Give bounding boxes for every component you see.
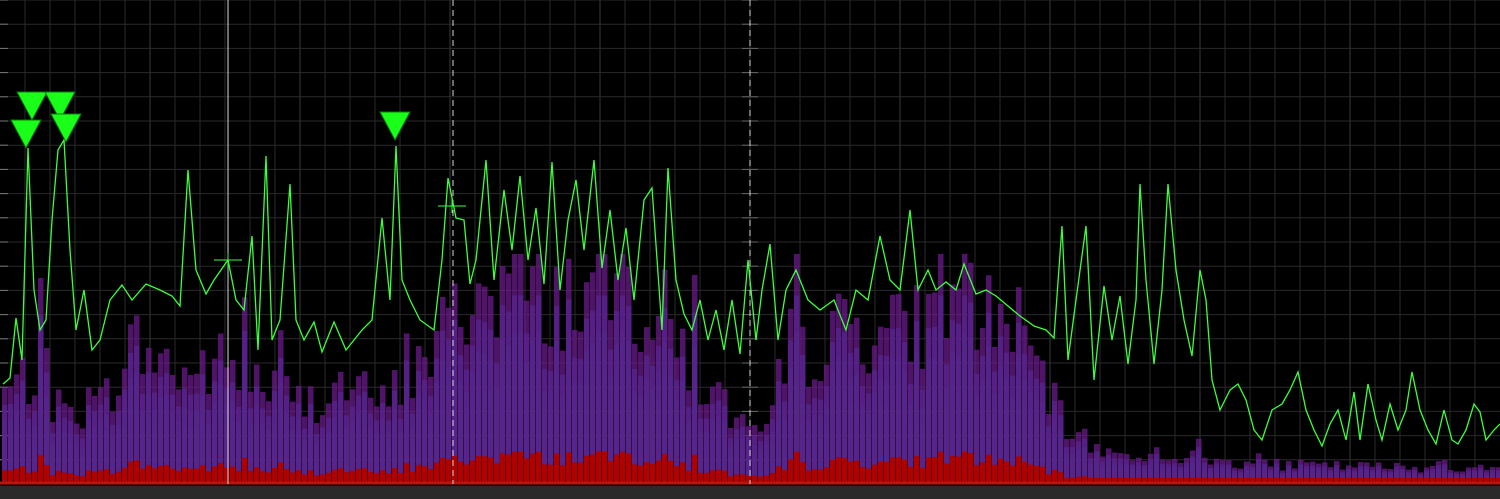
marker-5-icon[interactable] xyxy=(379,111,411,142)
spectrum-analyzer-view[interactable] xyxy=(0,0,1500,499)
spectrum-plot[interactable] xyxy=(0,0,1500,486)
trace-crosshair-1 xyxy=(214,253,242,267)
trace-crosshair-2 xyxy=(438,199,466,213)
marker-1-icon[interactable] xyxy=(10,119,42,150)
status-bar xyxy=(0,486,1500,499)
marker-4-icon[interactable] xyxy=(50,113,82,144)
marker-2-icon[interactable] xyxy=(16,91,48,122)
